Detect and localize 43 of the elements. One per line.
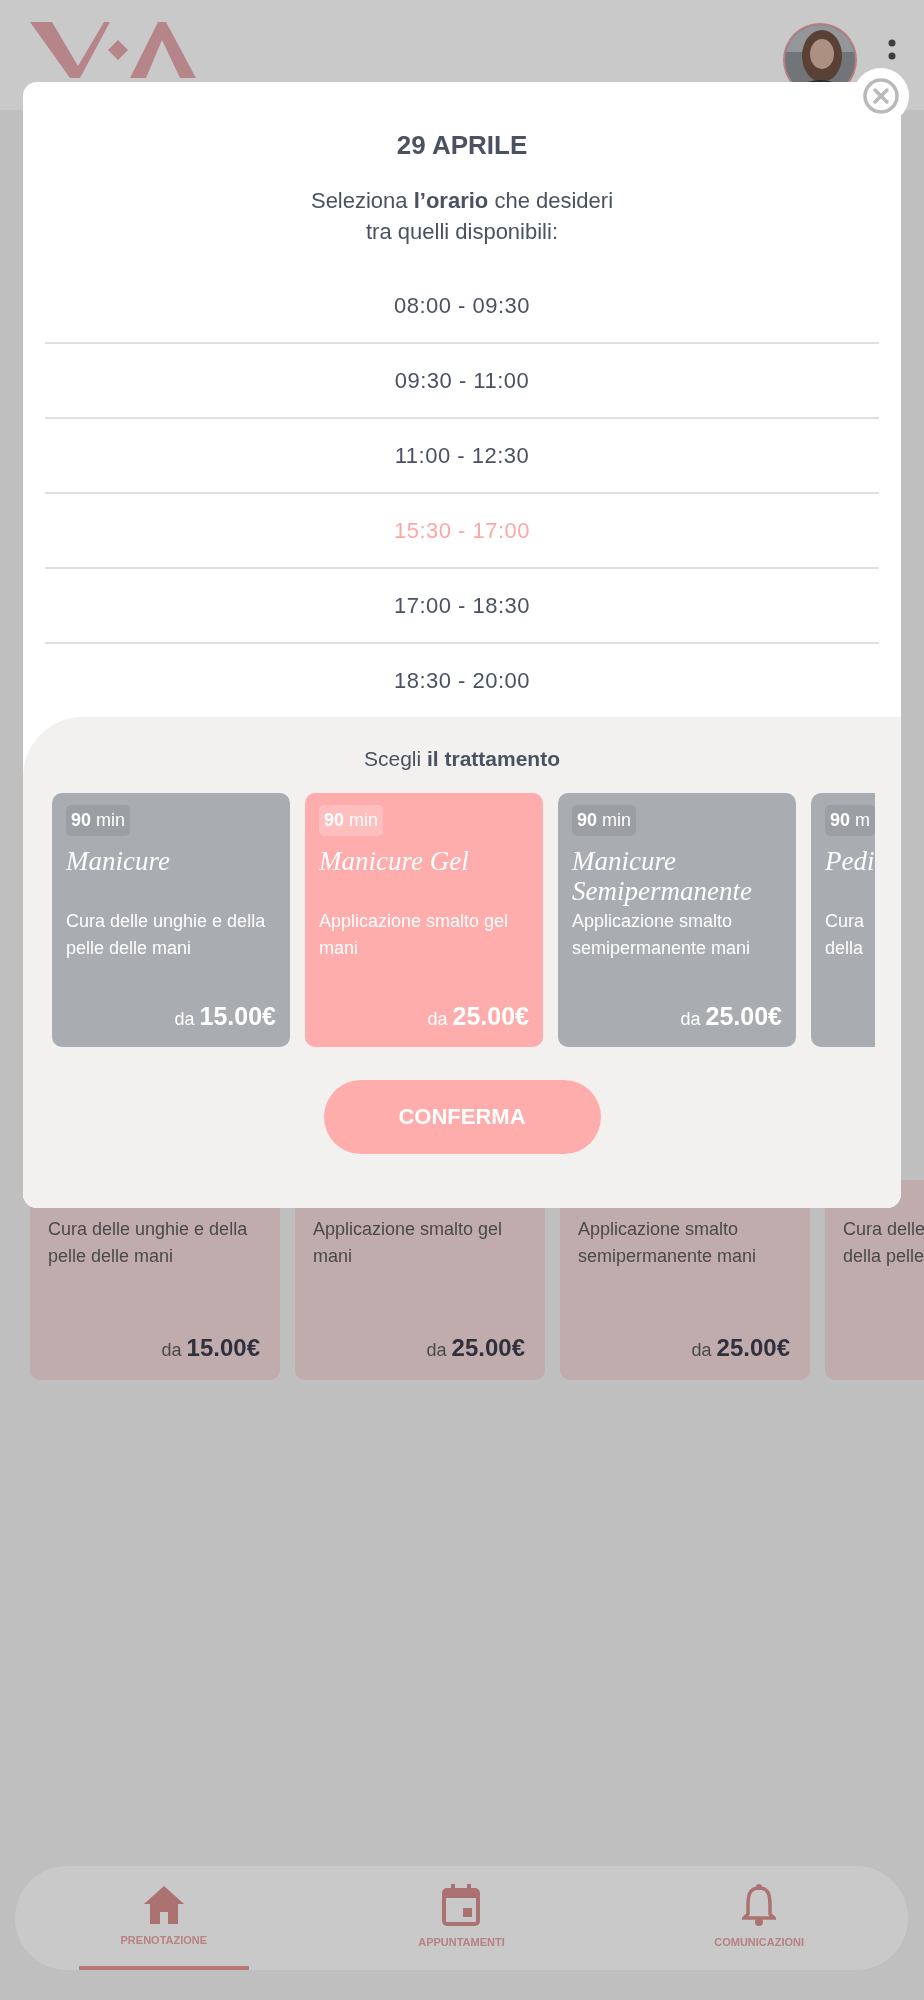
dialog-title: 29 APRILE [396,130,528,161]
treatment-description: Applicazione smalto semipermanente mani [572,910,752,960]
more-options-icon[interactable] [888,39,896,61]
treatment-description: Cura della [825,910,864,960]
time-slot[interactable]: 08:00 - 09:30 [45,269,879,344]
dialog-instructions: Seleziona l’orario che desideri tra quelli disponibili: [309,187,615,246]
treatment-name: Manicure Gel [319,846,469,878]
nav-tab[interactable]: PRENOTAZIONE [78,1866,249,1970]
treatment-name: Manicure [66,846,170,878]
treatment-description: Cura delle unghie e della pelle delle mani [66,910,267,960]
card-description: Applicazione smalto semipermanente mani [578,1218,758,1268]
calendar-icon [442,1884,481,1926]
duration-badge: 90 min [572,805,637,836]
treatment-description: Applicazione smalto gel mani [319,910,510,960]
card-price: da 25.00€ [426,1334,525,1363]
nav-tab[interactable]: COMUNICAZIONI [674,1866,845,1970]
treatment-name: Manicure Semipermanente [572,846,753,906]
duration-badge: 90 min [319,805,384,836]
card-price: da 15.00€ [161,1334,260,1363]
treatment-name: Pedi [825,846,875,878]
card-price: da 25.00€ [691,1334,790,1363]
treatment-card[interactable]: 90 min Manicure Cura delle unghie e della pelle delle mani da 15.00€ [52,793,290,1047]
duration-badge: 90 m [825,805,875,836]
confirm-button[interactable]: CONFERMA [323,1080,601,1154]
bell-icon [742,1884,777,1926]
card-description: Cura delle unghie e della pelle delle mani [48,1218,249,1268]
time-slot[interactable]: 17:00 - 18:30 [45,569,879,644]
treatment-card[interactable]: 90 min Manicure Gel Applicazione smalto gel mani da 25.00€ [305,793,543,1047]
card-description: Applicazione smalto gel mani [313,1218,504,1268]
time-slot[interactable]: 09:30 - 11:00 [45,344,879,419]
time-slot[interactable]: 11:00 - 12:30 [45,419,879,494]
treatment-card[interactable]: 90 m Pedi Cura della [811,793,875,1047]
card-description: Cura delle della pelle [843,1218,924,1268]
treatment-price: da 25.00€ [680,1002,782,1031]
home-icon [143,1886,184,1924]
time-slot[interactable]: 18:30 - 20:00 [45,644,879,717]
section-heading: Scegli il trattamento [363,747,560,771]
nav-tab[interactable]: APPUNTAMENTI [376,1866,547,1970]
time-slot[interactable]: 15:30 - 17:00 [45,494,879,569]
treatment-card[interactable]: 90 min Manicure Semipermanente Applicazione smalto semipermanente mani da 25.00€ [558,793,796,1047]
duration-badge: 90 min [66,805,131,836]
treatment-price: da 25.00€ [427,1002,529,1031]
treatment-price: da 15.00€ [174,1002,276,1031]
